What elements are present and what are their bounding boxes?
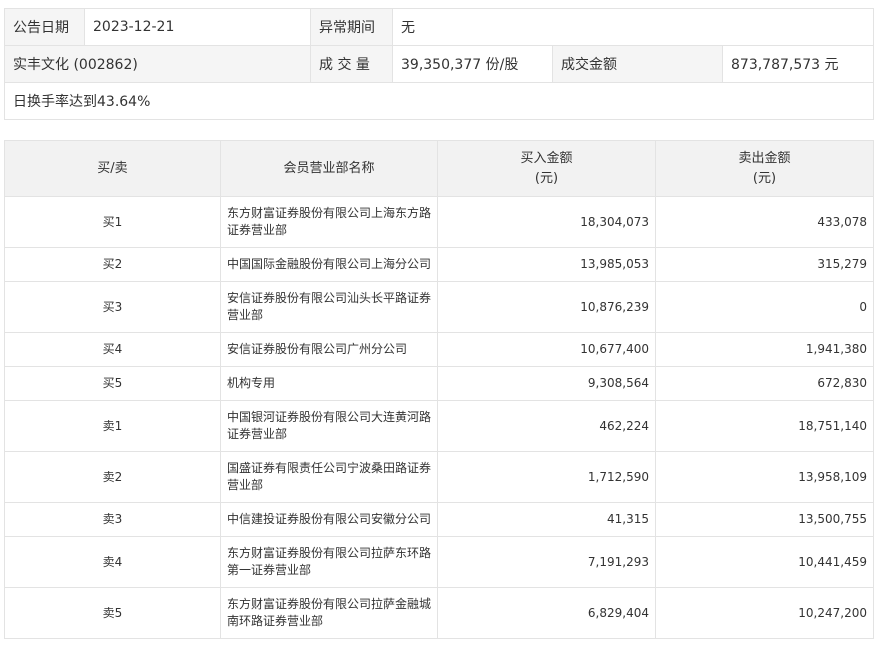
branch-name-line1: 机构专用 [227,376,276,390]
amount-label: 成交金额 [552,45,723,83]
row-sell-amount: 13,958,109 [655,451,874,503]
branch-name-line1: 国盛证券有限责任公司宁波桑田路证券 [227,461,432,475]
table-row: 卖3 中信建投证券股份有限公司安徽分公司 41,315 13,500,755 [4,502,874,537]
row-buy-amount: 10,876,239 [437,281,656,333]
header-buy-line2: (元) [534,170,559,186]
header-sell-line1: 卖出金额 [738,150,791,166]
row-sell-amount: 433,078 [655,196,874,248]
row-side: 买4 [4,332,221,367]
row-side: 买5 [4,366,221,401]
branch-name-line1: 安信证券股份有限公司汕头长平路证券 [227,291,432,305]
row-branch-name: 东方财富证券股份有限公司拉萨东环路 第一证券营业部 [220,536,438,588]
row-sell-amount: 1,941,380 [655,332,874,367]
row-buy-amount: 462,224 [437,400,656,452]
table-row: 卖5 东方财富证券股份有限公司拉萨金融城 南环路证券营业部 6,829,404 10,2… [4,587,874,639]
row-side: 卖4 [4,536,221,588]
table-row: 买5 机构专用 9,308,564 672,830 [4,366,874,401]
branch-name-line1: 中信建投证券股份有限公司安徽分公司 [227,512,432,526]
abnormal-period-label: 异常期间 [310,8,393,46]
row-side: 买3 [4,281,221,333]
row-side: 卖1 [4,400,221,452]
row-sell-amount: 672,830 [655,366,874,401]
row-buy-amount: 6,829,404 [437,587,656,639]
row-branch-name: 安信证券股份有限公司汕头长平路证券 营业部 [220,281,438,333]
volume-value: 39,350,377 份/股 [392,45,553,83]
branch-name-line1: 东方财富证券股份有限公司拉萨金融城 [227,597,432,611]
table-row: 买2 中国国际金融股份有限公司上海分公司 13,985,053 315,279 [4,247,874,282]
row-buy-amount: 9,308,564 [437,366,656,401]
branch-name-line1: 安信证券股份有限公司广州分公司 [227,342,408,356]
amount-value: 873,787,573 元 [721,45,875,83]
table-row: 买4 安信证券股份有限公司广州分公司 10,677,400 1,941,380 [4,332,874,367]
row-sell-amount: 315,279 [655,247,874,282]
row-branch-name: 国盛证券有限责任公司宁波桑田路证券 营业部 [220,451,438,503]
branch-name-line2: 营业部 [227,478,264,492]
branch-name-line2: 南环路证券营业部 [227,614,324,628]
branch-name-line1: 中国银河证券股份有限公司大连黄河路 [227,410,432,424]
table-row: 卖1 中国银河证券股份有限公司大连黄河路 证券营业部 462,224 18,751,14… [4,400,874,452]
table-row: 买3 安信证券股份有限公司汕头长平路证券 营业部 10,876,239 0 [4,281,874,333]
header-sell-line2: (元) [752,170,777,186]
turnover-note: 日换手率达到43.64% [3,82,875,120]
row-branch-name: 中国银河证券股份有限公司大连黄河路 证券营业部 [220,400,438,452]
row-buy-amount: 10,677,400 [437,332,656,367]
header-buy-amount: 买入金额 (元) [437,140,656,197]
branch-name-line1: 东方财富证券股份有限公司上海东方路 [227,206,432,220]
table-row: 买1 东方财富证券股份有限公司上海东方路 证券营业部 18,304,073 433,07… [4,196,874,248]
announcement-date-label: 公告日期 [4,8,85,46]
table-row: 卖2 国盛证券有限责任公司宁波桑田路证券 营业部 1,712,590 13,958,10… [4,451,874,503]
trading-seats-table: 买/卖 会员营业部名称 买入金额 (元) 卖出金额 (元) 买1 东方财富证券股份… [4,140,874,639]
row-side: 买2 [4,247,221,282]
row-branch-name: 安信证券股份有限公司广州分公司 [220,332,438,367]
row-side: 卖2 [4,451,221,503]
branch-name-line2: 证券营业部 [227,223,288,237]
branch-name-line1: 东方财富证券股份有限公司拉萨东环路 [227,546,432,560]
row-branch-name: 中国国际金融股份有限公司上海分公司 [220,247,438,282]
header-buy-line1: 买入金额 [520,150,573,166]
summary-table: 公告日期 2023-12-21 异常期间 无 实丰文化 (002862) 成 交… [3,8,875,120]
announcement-date-value: 2023-12-21 [84,8,311,46]
row-side: 卖5 [4,587,221,639]
header-branch-name: 会员营业部名称 [220,140,438,197]
header-sell-amount: 卖出金额 (元) [655,140,874,197]
table-header-row: 买/卖 会员营业部名称 买入金额 (元) 卖出金额 (元) [4,140,874,197]
row-branch-name: 中信建投证券股份有限公司安徽分公司 [220,502,438,537]
row-branch-name: 东方财富证券股份有限公司拉萨金融城 南环路证券营业部 [220,587,438,639]
row-buy-amount: 18,304,073 [437,196,656,248]
row-side: 卖3 [4,502,221,537]
row-side: 买1 [4,196,221,248]
row-buy-amount: 7,191,293 [437,536,656,588]
row-sell-amount: 10,441,459 [655,536,874,588]
branch-name-line2: 证券营业部 [227,427,288,441]
stock-name: 实丰文化 (002862) [4,45,311,83]
branch-name-line2: 营业部 [227,308,264,322]
table-row: 卖4 东方财富证券股份有限公司拉萨东环路 第一证券营业部 7,191,293 10,44… [4,536,874,588]
row-branch-name: 东方财富证券股份有限公司上海东方路 证券营业部 [220,196,438,248]
row-buy-amount: 41,315 [437,502,656,537]
branch-name-line1: 中国国际金融股份有限公司上海分公司 [227,257,432,271]
header-side: 买/卖 [4,140,221,197]
row-sell-amount: 0 [655,281,874,333]
row-sell-amount: 18,751,140 [655,400,874,452]
volume-label: 成 交 量 [310,45,393,83]
row-buy-amount: 1,712,590 [437,451,656,503]
row-sell-amount: 10,247,200 [655,587,874,639]
row-branch-name: 机构专用 [220,366,438,401]
abnormal-period-value: 无 [391,8,875,46]
branch-name-line2: 第一证券营业部 [227,563,312,577]
row-buy-amount: 13,985,053 [437,247,656,282]
row-sell-amount: 13,500,755 [655,502,874,537]
